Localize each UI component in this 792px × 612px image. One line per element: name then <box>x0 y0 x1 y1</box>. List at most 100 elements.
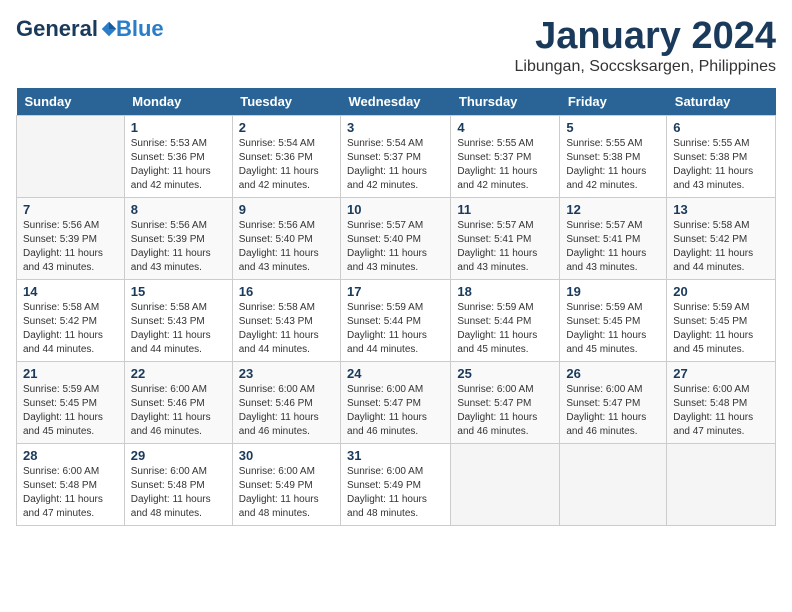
day-number: 13 <box>673 202 769 217</box>
table-row: 16 Sunrise: 5:58 AM Sunset: 5:43 PM Dayli… <box>232 279 340 361</box>
table-row: 23 Sunrise: 6:00 AM Sunset: 5:46 PM Dayli… <box>232 361 340 443</box>
logo-blue: Blue <box>116 16 164 42</box>
header-row: Sunday Monday Tuesday Wednesday Thursday… <box>17 88 776 116</box>
table-row: 17 Sunrise: 5:59 AM Sunset: 5:44 PM Dayli… <box>341 279 451 361</box>
day-number: 30 <box>239 448 334 463</box>
table-row: 9 Sunrise: 5:56 AM Sunset: 5:40 PM Daylig… <box>232 197 340 279</box>
table-row: 25 Sunrise: 6:00 AM Sunset: 5:47 PM Dayli… <box>451 361 560 443</box>
week-row-3: 14 Sunrise: 5:58 AM Sunset: 5:42 PM Dayli… <box>17 279 776 361</box>
day-info: Sunrise: 5:59 AM Sunset: 5:45 PM Dayligh… <box>673 301 769 357</box>
day-info: Sunrise: 5:55 AM Sunset: 5:38 PM Dayligh… <box>566 137 660 193</box>
day-info: Sunrise: 6:00 AM Sunset: 5:46 PM Dayligh… <box>131 383 226 439</box>
day-number: 24 <box>347 366 444 381</box>
header-sunday: Sunday <box>17 88 125 116</box>
day-number: 25 <box>457 366 553 381</box>
table-row: 30 Sunrise: 6:00 AM Sunset: 5:49 PM Dayli… <box>232 443 340 525</box>
table-row: 11 Sunrise: 5:57 AM Sunset: 5:41 PM Dayli… <box>451 197 560 279</box>
calendar-table: Sunday Monday Tuesday Wednesday Thursday… <box>16 88 776 526</box>
day-number: 19 <box>566 284 660 299</box>
week-row-5: 28 Sunrise: 6:00 AM Sunset: 5:48 PM Dayli… <box>17 443 776 525</box>
day-number: 29 <box>131 448 226 463</box>
day-number: 31 <box>347 448 444 463</box>
table-row <box>451 443 560 525</box>
day-number: 17 <box>347 284 444 299</box>
table-row <box>560 443 667 525</box>
table-row: 13 Sunrise: 5:58 AM Sunset: 5:42 PM Dayli… <box>667 197 776 279</box>
header-friday: Friday <box>560 88 667 116</box>
table-row: 6 Sunrise: 5:55 AM Sunset: 5:38 PM Daylig… <box>667 115 776 197</box>
day-info: Sunrise: 5:55 AM Sunset: 5:38 PM Dayligh… <box>673 137 769 193</box>
day-number: 15 <box>131 284 226 299</box>
day-info: Sunrise: 5:56 AM Sunset: 5:39 PM Dayligh… <box>131 219 226 275</box>
header-monday: Monday <box>124 88 232 116</box>
day-number: 6 <box>673 120 769 135</box>
day-info: Sunrise: 5:56 AM Sunset: 5:39 PM Dayligh… <box>23 219 118 275</box>
logo-general: General <box>16 16 98 42</box>
week-row-1: 1 Sunrise: 5:53 AM Sunset: 5:36 PM Daylig… <box>17 115 776 197</box>
day-info: Sunrise: 5:59 AM Sunset: 5:44 PM Dayligh… <box>347 301 444 357</box>
day-info: Sunrise: 5:59 AM Sunset: 5:45 PM Dayligh… <box>566 301 660 357</box>
table-row: 20Sunrise: 5:59 AM Sunset: 5:45 PM Dayli… <box>667 279 776 361</box>
day-number: 7 <box>23 202 118 217</box>
table-row: 10 Sunrise: 5:57 AM Sunset: 5:40 PM Dayli… <box>341 197 451 279</box>
day-number: 12 <box>566 202 660 217</box>
day-number: 2 <box>239 120 334 135</box>
header-saturday: Saturday <box>667 88 776 116</box>
page-header: General Blue January 2024 Libungan, Socc… <box>16 16 776 76</box>
header-wednesday: Wednesday <box>341 88 451 116</box>
day-info: Sunrise: 6:00 AM Sunset: 5:49 PM Dayligh… <box>347 465 444 521</box>
table-row: 19 Sunrise: 5:59 AM Sunset: 5:45 PM Dayli… <box>560 279 667 361</box>
day-number: 1 <box>131 120 226 135</box>
day-info: Sunrise: 6:00 AM Sunset: 5:47 PM Dayligh… <box>457 383 553 439</box>
day-info: Sunrise: 6:00 AM Sunset: 5:47 PM Dayligh… <box>347 383 444 439</box>
day-info: Sunrise: 5:59 AM Sunset: 5:45 PM Dayligh… <box>23 383 118 439</box>
day-number: 5 <box>566 120 660 135</box>
table-row: 4 Sunrise: 5:55 AM Sunset: 5:37 PM Daylig… <box>451 115 560 197</box>
day-info: Sunrise: 5:56 AM Sunset: 5:40 PM Dayligh… <box>239 219 334 275</box>
day-number: 23 <box>239 366 334 381</box>
day-info: Sunrise: 5:53 AM Sunset: 5:36 PM Dayligh… <box>131 137 226 193</box>
table-row: 22Sunrise: 6:00 AM Sunset: 5:46 PM Dayli… <box>124 361 232 443</box>
day-info: Sunrise: 5:57 AM Sunset: 5:41 PM Dayligh… <box>457 219 553 275</box>
day-number: 10 <box>347 202 444 217</box>
day-info: Sunrise: 5:55 AM Sunset: 5:37 PM Dayligh… <box>457 137 553 193</box>
day-number: 4 <box>457 120 553 135</box>
table-row: 29Sunrise: 6:00 AM Sunset: 5:48 PM Dayli… <box>124 443 232 525</box>
table-row: 31 Sunrise: 6:00 AM Sunset: 5:49 PM Dayli… <box>341 443 451 525</box>
day-info: Sunrise: 5:58 AM Sunset: 5:42 PM Dayligh… <box>673 219 769 275</box>
table-row: 27Sunrise: 6:00 AM Sunset: 5:48 PM Dayli… <box>667 361 776 443</box>
table-row: 18Sunrise: 5:59 AM Sunset: 5:44 PM Dayli… <box>451 279 560 361</box>
day-number: 14 <box>23 284 118 299</box>
day-info: Sunrise: 5:57 AM Sunset: 5:40 PM Dayligh… <box>347 219 444 275</box>
week-row-4: 21Sunrise: 5:59 AM Sunset: 5:45 PM Dayli… <box>17 361 776 443</box>
table-row: 2 Sunrise: 5:54 AM Sunset: 5:36 PM Daylig… <box>232 115 340 197</box>
day-info: Sunrise: 5:58 AM Sunset: 5:43 PM Dayligh… <box>239 301 334 357</box>
table-row: 28 Sunrise: 6:00 AM Sunset: 5:48 PM Dayli… <box>17 443 125 525</box>
day-number: 28 <box>23 448 118 463</box>
day-info: Sunrise: 5:58 AM Sunset: 5:43 PM Dayligh… <box>131 301 226 357</box>
table-row: 1 Sunrise: 5:53 AM Sunset: 5:36 PM Daylig… <box>124 115 232 197</box>
day-info: Sunrise: 6:00 AM Sunset: 5:48 PM Dayligh… <box>673 383 769 439</box>
day-info: Sunrise: 5:57 AM Sunset: 5:41 PM Dayligh… <box>566 219 660 275</box>
table-row: 3Sunrise: 5:54 AM Sunset: 5:37 PM Daylig… <box>341 115 451 197</box>
table-row: 21Sunrise: 5:59 AM Sunset: 5:45 PM Dayli… <box>17 361 125 443</box>
day-number: 9 <box>239 202 334 217</box>
logo: General Blue <box>16 16 164 42</box>
day-info: Sunrise: 5:58 AM Sunset: 5:42 PM Dayligh… <box>23 301 118 357</box>
day-info: Sunrise: 6:00 AM Sunset: 5:47 PM Dayligh… <box>566 383 660 439</box>
day-number: 16 <box>239 284 334 299</box>
day-info: Sunrise: 6:00 AM Sunset: 5:48 PM Dayligh… <box>23 465 118 521</box>
table-row: 26Sunrise: 6:00 AM Sunset: 5:47 PM Dayli… <box>560 361 667 443</box>
day-number: 8 <box>131 202 226 217</box>
table-row: 7 Sunrise: 5:56 AM Sunset: 5:39 PM Daylig… <box>17 197 125 279</box>
day-info: Sunrise: 6:00 AM Sunset: 5:46 PM Dayligh… <box>239 383 334 439</box>
day-info: Sunrise: 5:59 AM Sunset: 5:44 PM Dayligh… <box>457 301 553 357</box>
table-row: 14 Sunrise: 5:58 AM Sunset: 5:42 PM Dayli… <box>17 279 125 361</box>
day-info: Sunrise: 6:00 AM Sunset: 5:49 PM Dayligh… <box>239 465 334 521</box>
table-row: 8 Sunrise: 5:56 AM Sunset: 5:39 PM Daylig… <box>124 197 232 279</box>
day-number: 11 <box>457 202 553 217</box>
week-row-2: 7 Sunrise: 5:56 AM Sunset: 5:39 PM Daylig… <box>17 197 776 279</box>
day-info: Sunrise: 5:54 AM Sunset: 5:36 PM Dayligh… <box>239 137 334 193</box>
day-info: Sunrise: 5:54 AM Sunset: 5:37 PM Dayligh… <box>347 137 444 193</box>
header-thursday: Thursday <box>451 88 560 116</box>
